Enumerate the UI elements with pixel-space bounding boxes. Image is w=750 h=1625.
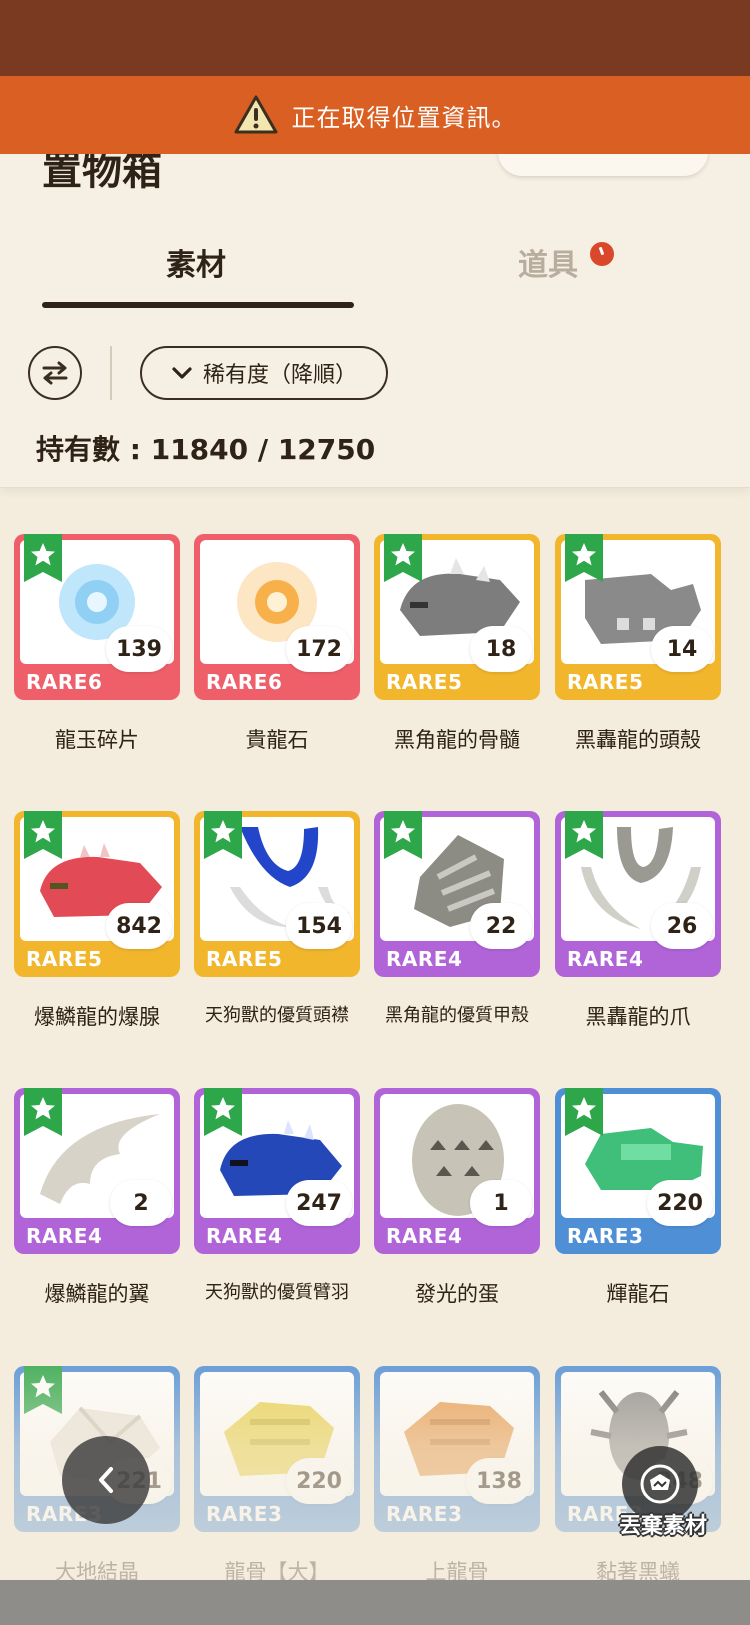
item-card[interactable]: 22 RARE4 bbox=[374, 811, 540, 977]
tab-materials[interactable]: 素材 bbox=[166, 240, 226, 284]
item-rarity: RARE4 bbox=[386, 1224, 463, 1248]
item-card[interactable]: 842 RARE5 bbox=[14, 811, 180, 977]
favorite-star-icon bbox=[384, 534, 422, 582]
item-quantity: 22 bbox=[470, 903, 532, 949]
item-rarity: RARE5 bbox=[26, 947, 103, 971]
item-card[interactable]: 14 RARE5 bbox=[555, 534, 721, 700]
item-quantity: 154 bbox=[286, 903, 352, 949]
item-rarity: RARE3 bbox=[206, 1502, 283, 1526]
item-rarity: RARE6 bbox=[206, 670, 283, 694]
item-quantity: 139 bbox=[106, 626, 172, 672]
item-quantity: 247 bbox=[286, 1180, 352, 1226]
item-name: 天狗獸的優質頭襟 bbox=[205, 1005, 349, 1026]
item-quantity: 842 bbox=[106, 903, 172, 949]
item-name: 黑轟龍的爪 bbox=[585, 1005, 691, 1029]
system-nav-bar bbox=[0, 1580, 750, 1625]
item-quantity: 172 bbox=[286, 626, 352, 672]
item-card[interactable]: 220 RARE3 bbox=[194, 1366, 360, 1532]
item-rarity: RARE4 bbox=[26, 1224, 103, 1248]
item-quantity: 138 bbox=[466, 1458, 532, 1504]
toolbar-divider bbox=[110, 346, 112, 400]
tab-active-indicator bbox=[42, 302, 354, 308]
favorite-star-icon bbox=[204, 811, 242, 859]
banner-text: 正在取得位置資訊。 bbox=[291, 103, 517, 132]
item-card[interactable]: 26 RARE4 bbox=[555, 811, 721, 977]
favorite-star-icon bbox=[24, 1366, 62, 1414]
favorite-star-icon bbox=[565, 1088, 603, 1136]
item-name: 黑角龍的骨髓 bbox=[394, 728, 520, 752]
discard-materials-button[interactable]: 丟棄素材 bbox=[598, 1446, 728, 1546]
item-rarity: RARE3 bbox=[386, 1502, 463, 1526]
tab-items[interactable]: 道具 bbox=[518, 240, 578, 284]
sort-label: 稀有度（降順） bbox=[202, 363, 357, 388]
item-card[interactable]: 247 RARE4 bbox=[194, 1088, 360, 1254]
item-card[interactable]: 172 RARE6 bbox=[194, 534, 360, 700]
item-rarity: RARE5 bbox=[206, 947, 283, 971]
favorite-star-icon bbox=[565, 534, 603, 582]
favorite-star-icon bbox=[565, 811, 603, 859]
item-name: 龍玉碎片 bbox=[55, 728, 139, 752]
item-name: 爆鱗龍的爆腺 bbox=[34, 1005, 160, 1029]
item-name: 黑角龍的優質甲殼 bbox=[385, 1005, 529, 1026]
item-quantity: 1 bbox=[470, 1180, 532, 1226]
sort-dropdown[interactable]: 稀有度（降順） bbox=[140, 346, 388, 400]
favorite-star-icon bbox=[24, 1088, 62, 1136]
item-name: 輝龍石 bbox=[606, 1282, 670, 1306]
status-bar bbox=[0, 0, 750, 76]
chevron-left-icon bbox=[99, 1467, 113, 1493]
favorite-star-icon bbox=[24, 811, 62, 859]
item-quantity: 2 bbox=[110, 1180, 172, 1226]
item-name: 天狗獸的優質臂羽 bbox=[205, 1282, 349, 1303]
item-quantity: 220 bbox=[286, 1458, 352, 1504]
chevron-down-icon bbox=[172, 367, 192, 379]
item-rarity: RARE5 bbox=[386, 670, 463, 694]
item-card[interactable]: 1 RARE4 bbox=[374, 1088, 540, 1254]
swap-arrows-icon bbox=[42, 361, 68, 385]
item-card[interactable]: 139 RARE6 bbox=[14, 534, 180, 700]
item-card[interactable]: 18 RARE5 bbox=[374, 534, 540, 700]
clock-icon bbox=[590, 242, 614, 266]
favorite-star-icon bbox=[384, 811, 422, 859]
item-name: 發光的蛋 bbox=[415, 1282, 499, 1306]
item-card[interactable]: 2 RARE4 bbox=[14, 1088, 180, 1254]
item-card[interactable]: 138 RARE3 bbox=[374, 1366, 540, 1532]
item-rarity: RARE4 bbox=[567, 947, 644, 971]
item-rarity: RARE4 bbox=[386, 947, 463, 971]
discard-label: 丟棄素材 bbox=[618, 1514, 707, 1539]
item-rarity: RARE3 bbox=[567, 1224, 644, 1248]
favorite-star-icon bbox=[24, 534, 62, 582]
item-rarity: RARE5 bbox=[567, 670, 644, 694]
back-button[interactable] bbox=[62, 1436, 150, 1524]
item-name: 爆鱗龍的翼 bbox=[44, 1282, 150, 1306]
inventory-count: 持有數 : 11840 / 12750 bbox=[36, 433, 376, 466]
item-rarity: RARE6 bbox=[26, 670, 103, 694]
item-quantity: 26 bbox=[651, 903, 713, 949]
item-name: 黑轟龍的頭殼 bbox=[575, 728, 701, 752]
swap-order-button[interactable] bbox=[28, 346, 82, 400]
item-rarity: RARE4 bbox=[206, 1224, 283, 1248]
item-card[interactable]: 154 RARE5 bbox=[194, 811, 360, 977]
item-quantity: 220 bbox=[647, 1180, 713, 1226]
item-quantity: 18 bbox=[470, 626, 532, 672]
favorite-star-icon bbox=[204, 1088, 242, 1136]
warning-icon bbox=[234, 95, 277, 134]
location-warning-banner: 正在取得位置資訊。 bbox=[0, 76, 750, 154]
item-name: 貴龍石 bbox=[245, 728, 309, 752]
item-card[interactable]: 220 RARE3 bbox=[555, 1088, 721, 1254]
item-quantity: 14 bbox=[651, 626, 713, 672]
